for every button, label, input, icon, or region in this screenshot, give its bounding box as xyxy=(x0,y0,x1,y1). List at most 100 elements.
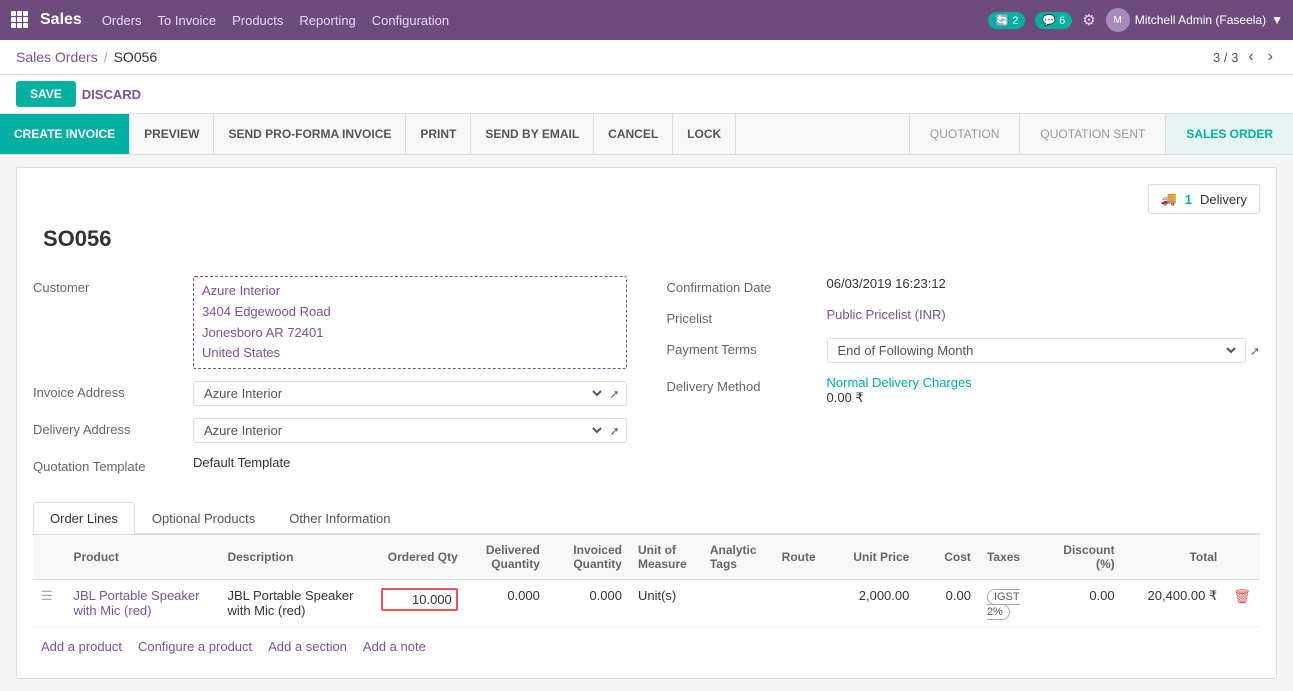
top-menu: Orders To Invoice Products Reporting Con… xyxy=(102,13,989,28)
col-total-header: Total xyxy=(1123,535,1226,580)
order-lines-table: Product Description Ordered Qty Delivere… xyxy=(33,534,1260,627)
invoice-address-field: Invoice Address Azure Interior ➚ xyxy=(33,377,627,410)
status-sales-order: SALES ORDER xyxy=(1165,114,1293,154)
tab-optional-products[interactable]: Optional Products xyxy=(135,502,272,534)
col-tags-header: Analytic Tags xyxy=(702,535,774,580)
breadcrumb-separator: / xyxy=(104,49,108,65)
lock-button[interactable]: LOCK xyxy=(673,114,736,154)
payment-terms-value: End of Following Month ➚ xyxy=(827,338,1261,363)
discount-cell: 0.00 xyxy=(1051,580,1123,627)
delivery-address-ext-link-icon[interactable]: ➚ xyxy=(609,424,619,438)
add-section-link[interactable]: Add a section xyxy=(268,639,347,654)
breadcrumb: Sales Orders / SO056 xyxy=(16,49,157,65)
col-invoiced-header: Invoiced Quantity xyxy=(548,535,630,580)
description-cell: JBL Portable Speaker with Mic (red) xyxy=(219,580,373,627)
delivery-btn[interactable]: 🚚 1 Delivery xyxy=(1148,184,1260,214)
invoiced-qty-cell: 0.000 xyxy=(548,580,630,627)
left-column: Customer Azure Interior 3404 Edgewood Ro… xyxy=(33,272,627,482)
menu-configuration[interactable]: Configuration xyxy=(372,13,449,28)
menu-products[interactable]: Products xyxy=(232,13,283,28)
add-product-link[interactable]: Add a product xyxy=(41,639,122,654)
cancel-button[interactable]: CANCEL xyxy=(594,114,673,154)
delete-cell: 🗑 xyxy=(1225,580,1260,627)
col-drag-header xyxy=(33,535,65,580)
customer-field: Customer Azure Interior 3404 Edgewood Ro… xyxy=(33,272,627,373)
col-desc-header: Description xyxy=(219,535,373,580)
chevron-down-icon: ▼ xyxy=(1271,13,1283,27)
notifications-btn[interactable]: 🔄 2 xyxy=(988,12,1025,29)
ordered-qty-value[interactable]: 10.000 xyxy=(381,588,457,611)
status-quotation: QUOTATION xyxy=(909,114,1020,154)
discard-button[interactable]: DISCARD xyxy=(82,87,141,102)
delivery-label: Delivery xyxy=(1200,192,1247,207)
customer-addr1: 3404 Edgewood Road xyxy=(202,302,618,323)
pricelist-field: Pricelist Public Pricelist (INR) xyxy=(667,303,1261,330)
invoice-address-select[interactable]: Azure Interior xyxy=(200,385,605,402)
app-brand: Sales xyxy=(40,11,82,29)
delivery-method-value: Normal Delivery Charges 0.00 ₹ xyxy=(827,375,1261,406)
print-button[interactable]: PRINT xyxy=(406,114,471,154)
avatar: M xyxy=(1106,8,1130,32)
create-invoice-button[interactable]: CREATE INVOICE xyxy=(0,114,130,154)
delete-row-btn[interactable]: 🗑 xyxy=(1233,588,1251,604)
settings-icon[interactable]: ⚙ xyxy=(1082,11,1095,29)
table-header-row: Product Description Ordered Qty Delivere… xyxy=(33,535,1260,580)
delivery-address-select[interactable]: Azure Interior xyxy=(200,422,605,439)
col-disc-header: Discount (%) xyxy=(1051,535,1123,580)
pager-text: 3 / 3 xyxy=(1213,50,1238,65)
quotation-template-label: Quotation Template xyxy=(33,455,193,474)
payment-terms-row: End of Following Month ➚ xyxy=(827,338,1261,363)
payment-terms-field: Payment Terms End of Following Month ➚ xyxy=(667,334,1261,367)
pager-next-btn[interactable]: › xyxy=(1264,48,1277,66)
ordered-qty-cell[interactable]: 10.000 xyxy=(373,580,465,627)
customer-name: Azure Interior xyxy=(202,281,618,302)
send-by-email-button[interactable]: SEND BY EMAIL xyxy=(471,114,594,154)
analytic-tags-cell xyxy=(702,580,774,627)
product-link[interactable]: JBL Portable Speaker with Mic (red) xyxy=(73,588,199,618)
payment-terms-select-wrapper: End of Following Month xyxy=(827,338,1246,363)
configure-product-link[interactable]: Configure a product xyxy=(138,639,252,654)
customer-address-block[interactable]: Azure Interior 3404 Edgewood Road Jonesb… xyxy=(193,276,627,369)
tab-order-lines[interactable]: Order Lines xyxy=(33,502,135,534)
pricelist-value[interactable]: Public Pricelist (INR) xyxy=(827,307,1261,322)
menu-reporting[interactable]: Reporting xyxy=(299,13,355,28)
col-cost-header: Cost xyxy=(917,535,979,580)
grid-icon[interactable] xyxy=(10,10,28,31)
pager-prev-btn[interactable]: ‹ xyxy=(1244,48,1257,66)
delivered-qty-cell: 0.000 xyxy=(466,580,548,627)
col-price-header: Unit Price xyxy=(835,535,917,580)
top-right-area: 🔄 2 💬 6 ⚙ M Mitchell Admin (Faseela) ▼ xyxy=(988,8,1283,32)
pricelist-label: Pricelist xyxy=(667,307,827,326)
route-cell xyxy=(774,580,836,627)
menu-to-invoice[interactable]: To Invoice xyxy=(158,13,217,28)
delivery-method-label: Delivery Method xyxy=(667,375,827,394)
cost-cell: 0.00 xyxy=(917,580,979,627)
invoice-address-ext-link-icon[interactable]: ➚ xyxy=(609,387,619,401)
save-button[interactable]: SAVE xyxy=(16,81,76,107)
breadcrumb-parent[interactable]: Sales Orders xyxy=(16,49,98,65)
messages-btn[interactable]: 💬 6 xyxy=(1035,12,1072,29)
form-fields: Customer Azure Interior 3404 Edgewood Ro… xyxy=(33,272,1260,482)
col-delivered-header: Delivered Quantity xyxy=(466,535,548,580)
payment-terms-ext-link-icon[interactable]: ➚ xyxy=(1250,344,1260,358)
tab-other-information[interactable]: Other Information xyxy=(272,502,407,534)
delivery-truck-icon: 🚚 xyxy=(1161,191,1177,207)
preview-button[interactable]: PREVIEW xyxy=(130,114,214,154)
user-menu[interactable]: M Mitchell Admin (Faseela) ▼ xyxy=(1106,8,1283,32)
top-navigation: Sales Orders To Invoice Products Reporti… xyxy=(0,0,1293,40)
payment-terms-label: Payment Terms xyxy=(667,338,827,357)
add-note-link[interactable]: Add a note xyxy=(363,639,426,654)
drag-handle-cell: ☰ xyxy=(33,580,65,627)
confirmation-date-label: Confirmation Date xyxy=(667,276,827,295)
invoice-address-label: Invoice Address xyxy=(33,381,193,400)
col-route-header: Route xyxy=(774,535,836,580)
payment-terms-select[interactable]: End of Following Month xyxy=(834,342,1239,359)
quotation-template-value: Default Template xyxy=(193,455,627,470)
user-name: Mitchell Admin (Faseela) xyxy=(1135,13,1266,27)
uom-cell: Unit(s) xyxy=(630,580,702,627)
col-del-header xyxy=(1225,535,1260,580)
send-pro-forma-button[interactable]: SEND PRO-FORMA INVOICE xyxy=(214,114,406,154)
workflow-bar: CREATE INVOICE PREVIEW SEND PRO-FORMA IN… xyxy=(0,114,1293,155)
menu-orders[interactable]: Orders xyxy=(102,13,142,28)
drag-handle-icon[interactable]: ☰ xyxy=(41,588,53,603)
